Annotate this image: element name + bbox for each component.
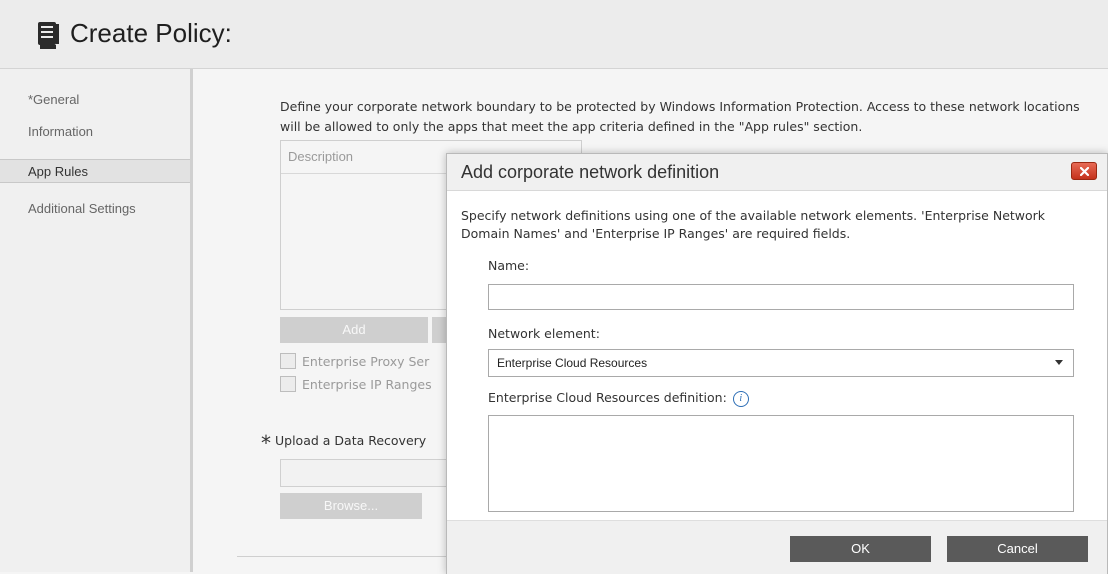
sidebar-item-general-label: *General: [28, 92, 80, 107]
info-icon[interactable]: i: [732, 390, 749, 407]
close-icon: [1080, 167, 1089, 176]
sidebar-item-app-rules[interactable]: App Rules: [0, 159, 190, 183]
network-element-label: Network element:: [488, 326, 600, 341]
dialog-title: Add corporate network definition: [461, 162, 720, 182]
checkbox-enterprise-ip-ranges[interactable]: Enterprise IP Ranges: [280, 376, 432, 392]
document-icon: [38, 22, 59, 49]
add-network-dialog: Add corporate network definition Specify…: [446, 153, 1108, 574]
sidebar-item-general[interactable]: *General Information: [0, 91, 93, 141]
definition-textarea[interactable]: [488, 415, 1074, 512]
chevron-down-icon: [1055, 360, 1063, 365]
dialog-title-bar: Add corporate network definition: [447, 154, 1107, 191]
definition-label-text: Enterprise Cloud Resources definition:: [488, 390, 727, 405]
browse-button[interactable]: Browse...: [280, 493, 422, 519]
name-label: Name:: [488, 258, 530, 273]
page-header: Create Policy:: [0, 0, 1108, 69]
upload-label-text: Upload a Data Recovery: [275, 433, 427, 448]
page-title: Create Policy:: [70, 18, 232, 48]
network-element-select[interactable]: Enterprise Cloud Resources: [488, 349, 1074, 377]
network-element-value: Enterprise Cloud Resources: [497, 356, 648, 370]
dialog-footer: OK Cancel: [447, 520, 1107, 574]
add-button[interactable]: Add: [280, 317, 428, 343]
sidebar: *General Information App Rules Additiona…: [0, 69, 193, 572]
divider: [237, 556, 457, 557]
checkbox-enterprise-proxy[interactable]: Enterprise Proxy Ser: [280, 353, 429, 369]
upload-label: * Upload a Data Recovery: [261, 431, 426, 455]
intro-text: Define your corporate network boundary t…: [280, 99, 1080, 134]
definition-label: Enterprise Cloud Resources definition: i: [488, 390, 749, 407]
cancel-button[interactable]: Cancel: [947, 536, 1088, 562]
checkbox-icon: [280, 376, 296, 392]
sidebar-item-general-sublabel: Information: [28, 124, 94, 139]
ok-button[interactable]: OK: [790, 536, 931, 562]
sidebar-item-additional-settings[interactable]: Additional Settings: [0, 200, 136, 218]
dialog-description: Specify network definitions using one of…: [461, 208, 1046, 241]
close-button[interactable]: [1071, 162, 1097, 180]
upload-file-input[interactable]: [280, 459, 452, 487]
required-star: *: [261, 431, 271, 455]
checkbox-proxy-label: Enterprise Proxy Ser: [302, 354, 430, 369]
checkbox-icon: [280, 353, 296, 369]
checkbox-ip-label: Enterprise IP Ranges: [302, 377, 432, 392]
name-field[interactable]: [488, 284, 1074, 310]
